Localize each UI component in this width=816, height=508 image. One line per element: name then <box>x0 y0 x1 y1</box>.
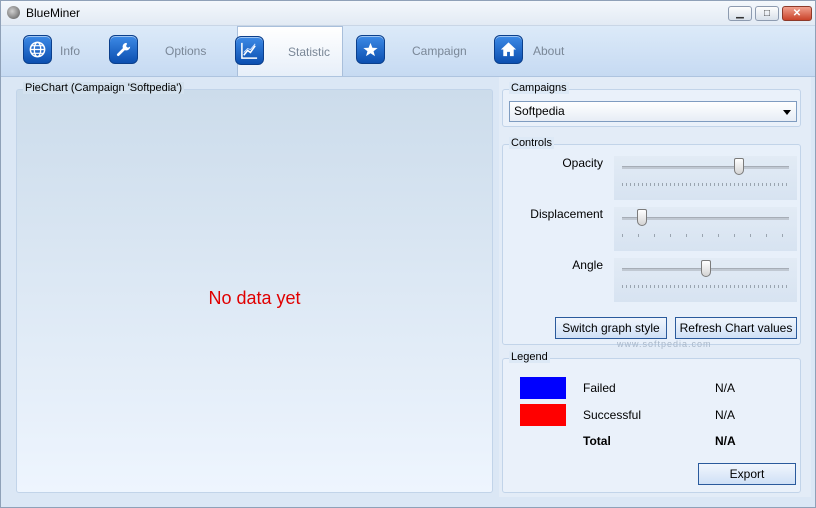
angle-slider-thumb[interactable] <box>700 260 711 277</box>
campaigns-title: Campaigns <box>509 82 569 94</box>
globe-icon <box>23 35 52 64</box>
app-window: BlueMiner ▁ □ ✕ Info Options Statistic C… <box>0 0 816 508</box>
angle-label: Angle <box>572 258 603 272</box>
switch-graph-style-button[interactable]: Switch graph style <box>555 317 667 339</box>
tab-options-label: Options <box>165 44 207 58</box>
successful-color-swatch <box>520 404 566 426</box>
legend-title: Legend <box>509 351 550 363</box>
tab-about-label: About <box>533 44 565 58</box>
dropdown-arrow-icon <box>783 110 791 115</box>
opacity-slider-track[interactable] <box>622 166 789 169</box>
minimize-button[interactable]: ▁ <box>728 6 752 21</box>
legend-panel: Legend Failed N/A Successful N/A Total N… <box>502 351 801 493</box>
export-button[interactable]: Export <box>698 463 796 485</box>
wrench-icon <box>109 35 138 64</box>
legend-successful-label: Successful <box>583 408 642 422</box>
chart-icon <box>235 36 264 65</box>
campaign-select[interactable]: Softpedia <box>509 101 797 122</box>
window-title: BlueMiner <box>26 6 81 20</box>
opacity-slider-thumb[interactable] <box>733 158 744 175</box>
tab-campaign-label: Campaign <box>412 44 467 58</box>
opacity-slider-ticks <box>622 183 789 186</box>
displacement-slider-ticks <box>622 234 789 237</box>
angle-slider[interactable] <box>614 258 797 302</box>
tab-statistic-label: Statistic <box>288 45 331 59</box>
tab-statistic[interactable]: Statistic <box>235 26 343 76</box>
tab-options[interactable]: Options <box>101 26 221 76</box>
displacement-slider[interactable] <box>614 207 797 251</box>
refresh-chart-values-button[interactable]: Refresh Chart values <box>675 317 797 339</box>
controls-title: Controls <box>509 137 554 149</box>
opacity-label: Opacity <box>562 156 603 170</box>
watermark-text: www.softpedia.com <box>617 339 712 349</box>
legend-total-label: Total <box>583 434 611 448</box>
piechart-panel: PieChart (Campaign 'Softpedia') No data … <box>16 82 493 493</box>
legend-successful-value: N/A <box>715 408 736 422</box>
tab-info[interactable]: Info <box>15 26 95 76</box>
main-tab-bar: Info Options Statistic Campaign About <box>1 26 815 77</box>
displacement-label: Displacement <box>530 207 603 221</box>
displacement-slider-thumb[interactable] <box>637 209 648 226</box>
controls-panel: Controls Opacity Displacement Angle Swit… <box>502 137 801 345</box>
legend-failed-value: N/A <box>715 381 736 395</box>
tab-campaign[interactable]: Campaign <box>349 26 479 76</box>
home-icon <box>494 35 523 64</box>
campaigns-panel: Campaigns Softpedia <box>502 82 801 127</box>
close-button[interactable]: ✕ <box>782 6 812 21</box>
title-bar[interactable]: BlueMiner ▁ □ ✕ <box>1 1 815 26</box>
tab-info-label: Info <box>60 44 81 58</box>
piechart-title: PieChart (Campaign 'Softpedia') <box>23 82 185 94</box>
maximize-button[interactable]: □ <box>755 6 779 21</box>
angle-slider-ticks <box>622 285 789 288</box>
failed-color-swatch <box>520 377 566 399</box>
app-icon <box>7 6 20 19</box>
star-icon <box>356 35 385 64</box>
no-data-message: No data yet <box>208 288 301 308</box>
campaign-selected-value: Softpedia <box>514 104 565 118</box>
displacement-slider-track[interactable] <box>622 217 789 220</box>
opacity-slider[interactable] <box>614 156 797 200</box>
legend-failed-label: Failed <box>583 381 616 395</box>
legend-total-value: N/A <box>715 434 736 448</box>
tab-about[interactable]: About <box>487 26 577 76</box>
